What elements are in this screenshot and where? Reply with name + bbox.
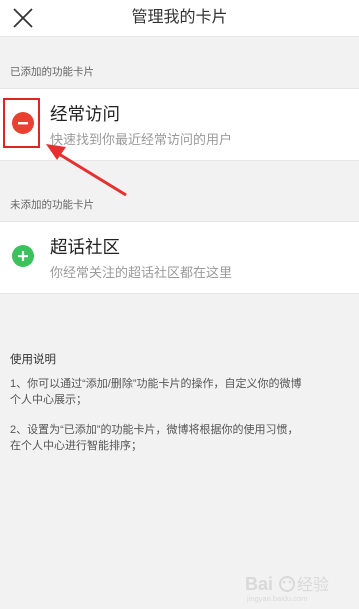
unadded-section-label: 未添加的功能卡片 (10, 199, 94, 211)
page-title: 管理我的卡片 (131, 9, 228, 26)
instruction-item: 2、设置为“已添加”的功能卡片，微博将根据你的使用习惯， 在个人中心进行智能排序… (10, 424, 299, 452)
added-section-label: 已添加的功能卡片 (10, 66, 94, 78)
card-subtitle: 你经常关注的超话社区都在这里 (50, 265, 233, 280)
instruction-item: 1、你可以通过“添加/删除”功能卡片的操作，自定义你的微博 个人中心展示； (10, 378, 302, 406)
annotation-arrow (46, 144, 127, 197)
navbar: 管理我的卡片 (0, 0, 359, 37)
baidu-jingyan-watermark: Bai 经验 jingyan.baidu.com (245, 574, 329, 603)
instructions-section: 使用说明 1、你可以通过“添加/删除”功能卡片的操作，自定义你的微博 个人中心展… (0, 330, 359, 609)
card-title: 超话社区 (50, 237, 120, 257)
svg-text:经验: 经验 (297, 576, 329, 594)
svg-text:Bai: Bai (245, 574, 273, 594)
instructions-title: 使用说明 (10, 354, 56, 366)
add-card-button[interactable] (12, 245, 34, 267)
remove-card-button[interactable] (12, 112, 34, 134)
plus-circle-icon (18, 251, 28, 261)
svg-text:jingyan.baidu.com: jingyan.baidu.com (246, 594, 307, 603)
card-super-topic[interactable]: 超话社区 你经常关注的超话社区都在这里 (0, 221, 359, 294)
card-title: 经常访问 (50, 104, 120, 124)
minus-circle-icon (18, 122, 28, 125)
